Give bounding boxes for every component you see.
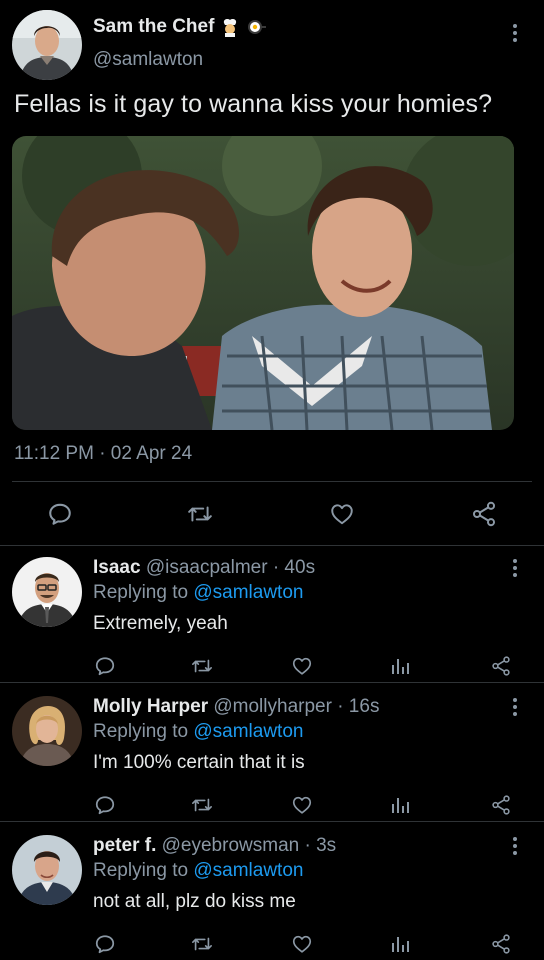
reply-author-name[interactable]: peter f.	[93, 835, 156, 856]
more-options-icon[interactable]	[508, 22, 522, 44]
retweet-icon[interactable]	[189, 653, 215, 679]
replying-to: Replying to @samlawton	[93, 860, 303, 882]
like-icon[interactable]	[289, 792, 315, 818]
author-name[interactable]: Sam the Chef	[93, 16, 267, 38]
divider	[12, 481, 532, 482]
reply-author-handle[interactable]: @eyebrowsman	[162, 835, 300, 856]
reply-tweet: Molly Harper @mollyharper · 16s Replying…	[0, 684, 544, 822]
like-icon[interactable]	[289, 931, 315, 957]
reply-text: Extremely, yeah	[93, 613, 228, 634]
retweet-icon[interactable]	[184, 498, 216, 530]
reply-icon[interactable]	[92, 653, 118, 679]
reply-time: · 40s	[272, 557, 316, 578]
reply-tweet: Isaac @isaacpalmer · 40s Replying to @sa…	[0, 545, 544, 683]
reply-header: peter f. @eyebrowsman · 3s	[93, 835, 336, 857]
reply-author-name[interactable]: Molly Harper	[93, 696, 208, 717]
reply-icon[interactable]	[44, 498, 76, 530]
divider	[0, 821, 544, 822]
replying-to-mention[interactable]: @samlawton	[193, 860, 303, 881]
tweet-text: Fellas is it gay to wanna kiss your homi…	[14, 90, 493, 118]
reply-time: · 3s	[304, 835, 337, 856]
reply-author-name[interactable]: Isaac	[93, 557, 141, 578]
reply-icon[interactable]	[92, 792, 118, 818]
replying-to-label: Replying to	[93, 860, 189, 881]
replying-to-mention[interactable]: @samlawton	[193, 582, 303, 603]
reply-avatar[interactable]	[12, 696, 82, 766]
tweet-timestamp[interactable]: 11:12 PM · 02 Apr 24	[14, 443, 192, 465]
reply-author-handle[interactable]: @isaacpalmer	[146, 557, 268, 578]
replying-to-mention[interactable]: @samlawton	[193, 721, 303, 742]
reply-header: Molly Harper @mollyharper · 16s	[93, 696, 379, 718]
retweet-icon[interactable]	[189, 792, 215, 818]
main-tweet: Sam the Chef @samlawton Fellas is it gay…	[0, 0, 544, 545]
reply-icon[interactable]	[92, 931, 118, 957]
analytics-icon[interactable]	[387, 931, 413, 957]
divider	[0, 682, 544, 683]
share-icon[interactable]	[488, 792, 514, 818]
replying-to: Replying to @samlawton	[93, 582, 303, 604]
retweet-icon[interactable]	[189, 931, 215, 957]
share-icon[interactable]	[488, 653, 514, 679]
author-name-text: Sam the Chef	[93, 16, 215, 37]
cook-emoji	[220, 17, 240, 37]
more-options-icon[interactable]	[508, 835, 522, 857]
author-handle[interactable]: @samlawton	[93, 49, 203, 71]
like-icon[interactable]	[326, 498, 358, 530]
share-icon[interactable]	[468, 498, 500, 530]
reply-text: I'm 100% certain that it is	[93, 752, 305, 773]
reply-author-handle[interactable]: @mollyharper	[213, 696, 332, 717]
reply-header: Isaac @isaacpalmer · 40s	[93, 557, 315, 579]
reply-tweet: peter f. @eyebrowsman · 3s Replying to @…	[0, 823, 544, 960]
analytics-icon[interactable]	[387, 653, 413, 679]
more-options-icon[interactable]	[508, 696, 522, 718]
reply-avatar[interactable]	[12, 557, 82, 627]
analytics-icon[interactable]	[387, 792, 413, 818]
reply-time: · 16s	[337, 696, 380, 717]
reply-avatar[interactable]	[12, 835, 82, 905]
frying-pan-emoji	[246, 17, 267, 37]
tweet-image[interactable]	[12, 136, 514, 430]
author-avatar[interactable]	[12, 10, 82, 80]
like-icon[interactable]	[289, 653, 315, 679]
share-icon[interactable]	[488, 931, 514, 957]
replying-to: Replying to @samlawton	[93, 721, 303, 743]
replying-to-label: Replying to	[93, 721, 189, 742]
replying-to-label: Replying to	[93, 582, 189, 603]
more-options-icon[interactable]	[508, 557, 522, 579]
reply-text: not at all, plz do kiss me	[93, 891, 296, 912]
